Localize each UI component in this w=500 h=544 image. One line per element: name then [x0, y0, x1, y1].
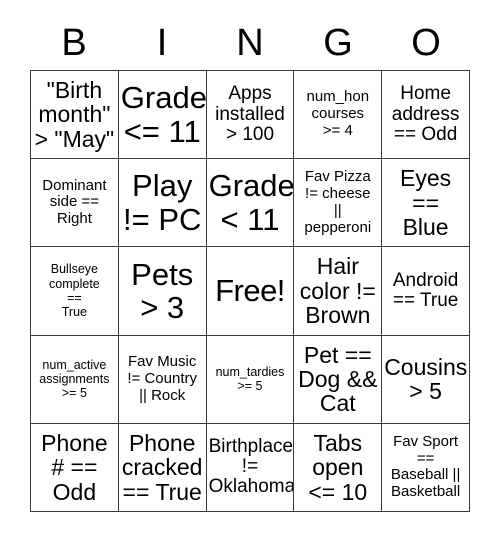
bingo-cell-text: "Birth month" > "May" [34, 77, 115, 152]
bingo-cell-text: Grade < 11 [208, 168, 295, 237]
bingo-cell-g1[interactable]: num_hon courses >= 4 [294, 71, 383, 160]
bingo-cell-text: Android == True [392, 269, 459, 311]
bingo-cell-i3[interactable]: Pets > 3 [118, 247, 207, 336]
bingo-cell-text: num_hon courses >= 4 [306, 88, 370, 139]
bingo-cell-text: Home address == Odd [391, 83, 460, 145]
bingo-cell-n1[interactable]: Apps installed > 100 [206, 71, 295, 160]
bingo-cell-text: Apps installed > 100 [215, 83, 285, 145]
bingo-cell-n5[interactable]: Birthplace != Oklahoma [206, 423, 295, 512]
bingo-cell-g2[interactable]: Fav Pizza != cheese || pepperoni [294, 159, 383, 248]
bingo-cell-text: Play != PC [122, 168, 202, 237]
bingo-cell-text: Bullseye complete == True [49, 262, 100, 320]
bingo-cell-g5[interactable]: Tabs open <= 10 [294, 423, 383, 512]
bingo-cell-b2[interactable]: Dominant side == Right [31, 159, 119, 248]
bingo-cell-b1[interactable]: "Birth month" > "May" [31, 71, 119, 160]
bingo-header: B I N G O [30, 18, 470, 68]
header-letter-b: B [61, 22, 87, 64]
bingo-cell-text: Eyes == Blue [400, 165, 452, 240]
bingo-cell-text: Free! [215, 273, 285, 309]
bingo-cell-text: Fav Sport == Baseball || Basketball [390, 432, 461, 501]
bingo-cell-o2[interactable]: Eyes == Blue [382, 159, 470, 248]
bingo-cell-g3[interactable]: Hair color != Brown [294, 247, 383, 336]
bingo-cell-o3[interactable]: Android == True [382, 247, 470, 336]
bingo-cell-i4[interactable]: Fav Music != Country || Rock [118, 335, 207, 424]
bingo-cell-free-space[interactable]: Free! [206, 247, 295, 336]
bingo-cell-b5[interactable]: Phone # == Odd [31, 423, 119, 512]
bingo-cell-text: Dominant side == Right [42, 176, 107, 228]
bingo-cell-text: Pets > 3 [131, 256, 194, 325]
bingo-cell-text: Grade <= 11 [120, 80, 207, 149]
bingo-cell-o4[interactable]: Cousins > 5 [382, 335, 470, 424]
header-letter-g: G [323, 22, 353, 64]
bingo-cell-text: Cousins > 5 [384, 353, 468, 405]
bingo-cell-i2[interactable]: Play != PC [118, 159, 207, 248]
bingo-cell-text: Fav Pizza != cheese || pepperoni [304, 168, 372, 236]
bingo-cell-text: Hair color != Brown [299, 253, 376, 329]
bingo-cell-text: Phone cracked == True [121, 429, 203, 505]
bingo-cell-text: Pet == Dog && Cat [298, 341, 378, 417]
bingo-cell-n2[interactable]: Grade < 11 [206, 159, 295, 248]
bingo-cell-text: Fav Music != Country || Rock [127, 353, 197, 404]
bingo-cell-n4[interactable]: num_tardies >= 5 [206, 335, 295, 424]
bingo-cell-text: Tabs open <= 10 [308, 429, 368, 505]
header-letter-n: N [236, 22, 264, 64]
bingo-cell-text: num_active assignments >= 5 [39, 357, 110, 401]
bingo-cell-i1[interactable]: Grade <= 11 [118, 71, 207, 160]
bingo-cell-text: Phone # == Odd [41, 429, 108, 505]
header-letter-o: O [411, 22, 441, 64]
header-letter-i: I [156, 22, 168, 64]
bingo-grid: "Birth month" > "May" Grade <= 11 Apps i… [30, 70, 470, 512]
bingo-cell-o5[interactable]: Fav Sport == Baseball || Basketball [382, 423, 470, 512]
bingo-cell-b4[interactable]: num_active assignments >= 5 [31, 335, 119, 424]
bingo-cell-b3[interactable]: Bullseye complete == True [31, 247, 119, 336]
bingo-cell-o1[interactable]: Home address == Odd [382, 71, 470, 160]
bingo-card: B I N G O "Birth month" > "May" Grade <=… [0, 0, 500, 544]
bingo-cell-text: Birthplace != Oklahoma [208, 436, 295, 498]
bingo-cell-g4[interactable]: Pet == Dog && Cat [294, 335, 383, 424]
bingo-cell-text: num_tardies >= 5 [215, 364, 285, 394]
bingo-cell-i5[interactable]: Phone cracked == True [118, 423, 207, 512]
